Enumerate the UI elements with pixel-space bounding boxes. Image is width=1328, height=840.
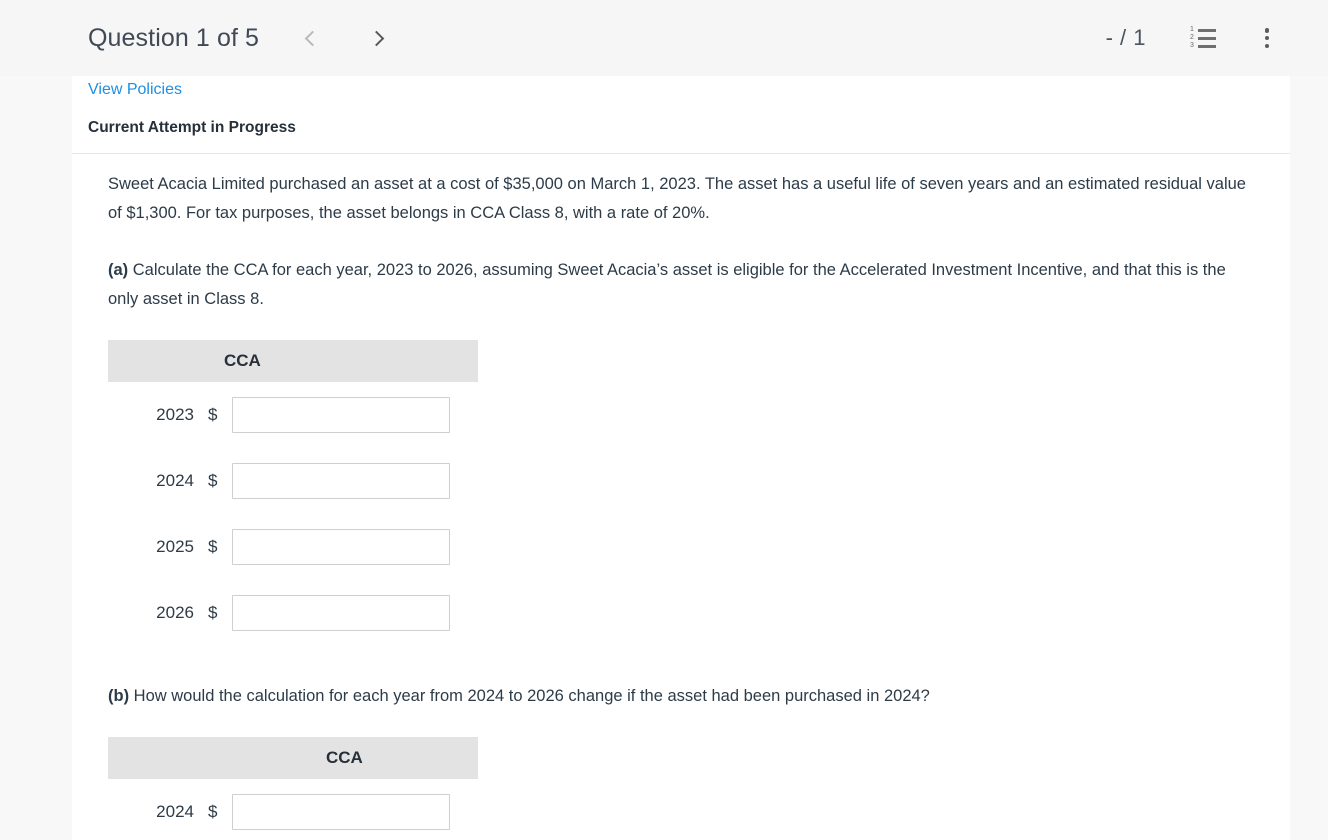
- header-left-group: Question 1 of 5: [88, 21, 393, 55]
- cca-input-2025[interactable]: [232, 529, 450, 565]
- part-a-text: Calculate the CCA for each year, 2023 to…: [108, 261, 1226, 308]
- assignment-question-screen: Question 1 of 5 - / 1 1 2 3 View Policie…: [0, 0, 1328, 840]
- row-year-label: 2024: [156, 802, 194, 821]
- currency-symbol: $: [208, 603, 218, 622]
- header-right-group: - / 1 1 2 3: [1106, 0, 1328, 76]
- part-b-text: How would the calculation for each year …: [129, 687, 930, 705]
- attempt-status-label: Current Attempt in Progress: [88, 119, 296, 136]
- question-body: Sweet Acacia Limited purchased an asset …: [108, 166, 1268, 840]
- row-year-label: 2025: [156, 537, 194, 556]
- cca-input-2026[interactable]: [232, 595, 450, 631]
- cca-input-b-2024[interactable]: [232, 794, 450, 830]
- row-year-label: 2026: [156, 603, 194, 622]
- currency-symbol: $: [208, 471, 218, 490]
- list-number: 2: [1190, 34, 1194, 41]
- question-stem: Sweet Acacia Limited purchased an asset …: [108, 175, 1246, 222]
- row-year-label: 2024: [156, 471, 194, 490]
- list-number: 3: [1190, 42, 1194, 49]
- numbered-list-row: 1: [1190, 26, 1216, 33]
- cca-input-2023[interactable]: [232, 397, 450, 433]
- list-bar: [1198, 36, 1216, 40]
- kebab-dot: [1264, 43, 1270, 48]
- table-row: 2024 $: [108, 779, 1268, 840]
- cca-table-header: CCA: [108, 737, 478, 779]
- kebab-dot: [1264, 35, 1270, 41]
- currency-symbol: $: [208, 405, 218, 424]
- table-row: 2023 $: [108, 382, 1268, 448]
- chevron-right-icon: [368, 30, 384, 46]
- header-divider: [72, 153, 1290, 154]
- cca-table-part-b: CCA 2024 $: [108, 737, 1268, 840]
- row-year-label: 2023: [156, 405, 194, 424]
- part-a-marker: (a): [108, 261, 129, 279]
- question-navigation: [295, 21, 393, 55]
- currency-symbol: $: [208, 537, 218, 556]
- kebab-dot: [1264, 28, 1270, 33]
- previous-question-button[interactable]: [295, 21, 329, 55]
- list-number: 1: [1190, 26, 1194, 33]
- next-question-button[interactable]: [359, 21, 393, 55]
- view-policies-link[interactable]: View Policies: [88, 81, 182, 99]
- part-a-prompt: (a) Calculate the CCA for each year, 202…: [108, 256, 1260, 314]
- numbered-list-row: 2: [1190, 34, 1216, 41]
- numbered-list-row: 3: [1190, 42, 1216, 49]
- page-title: Question 1 of 5: [88, 23, 260, 52]
- chevron-left-icon: [304, 30, 320, 46]
- cca-column-header: CCA: [326, 748, 363, 767]
- table-row: 2026 $: [108, 580, 1268, 646]
- cca-table-part-a: CCA 2023 $ 2024 $ 2025 $ 2026 $: [108, 340, 1268, 646]
- cca-table-header: CCA: [108, 340, 478, 382]
- part-b-marker: (b): [108, 687, 130, 705]
- table-row: 2024 $: [108, 448, 1268, 514]
- question-content-panel: View Policies Current Attempt in Progres…: [72, 76, 1290, 840]
- table-row: 2025 $: [108, 514, 1268, 580]
- currency-symbol: $: [208, 802, 218, 821]
- cca-input-2024[interactable]: [232, 463, 450, 499]
- cca-column-header: CCA: [224, 351, 261, 370]
- list-bar: [1198, 28, 1216, 32]
- part-b-prompt: (b) How would the calculation for each y…: [108, 682, 1260, 711]
- list-bar: [1198, 44, 1216, 48]
- kebab-menu-icon[interactable]: [1256, 26, 1278, 50]
- question-header-bar: Question 1 of 5 - / 1 1 2 3: [0, 0, 1328, 76]
- score-display: - / 1: [1105, 25, 1146, 50]
- numbered-list-icon[interactable]: 1 2 3: [1190, 26, 1216, 49]
